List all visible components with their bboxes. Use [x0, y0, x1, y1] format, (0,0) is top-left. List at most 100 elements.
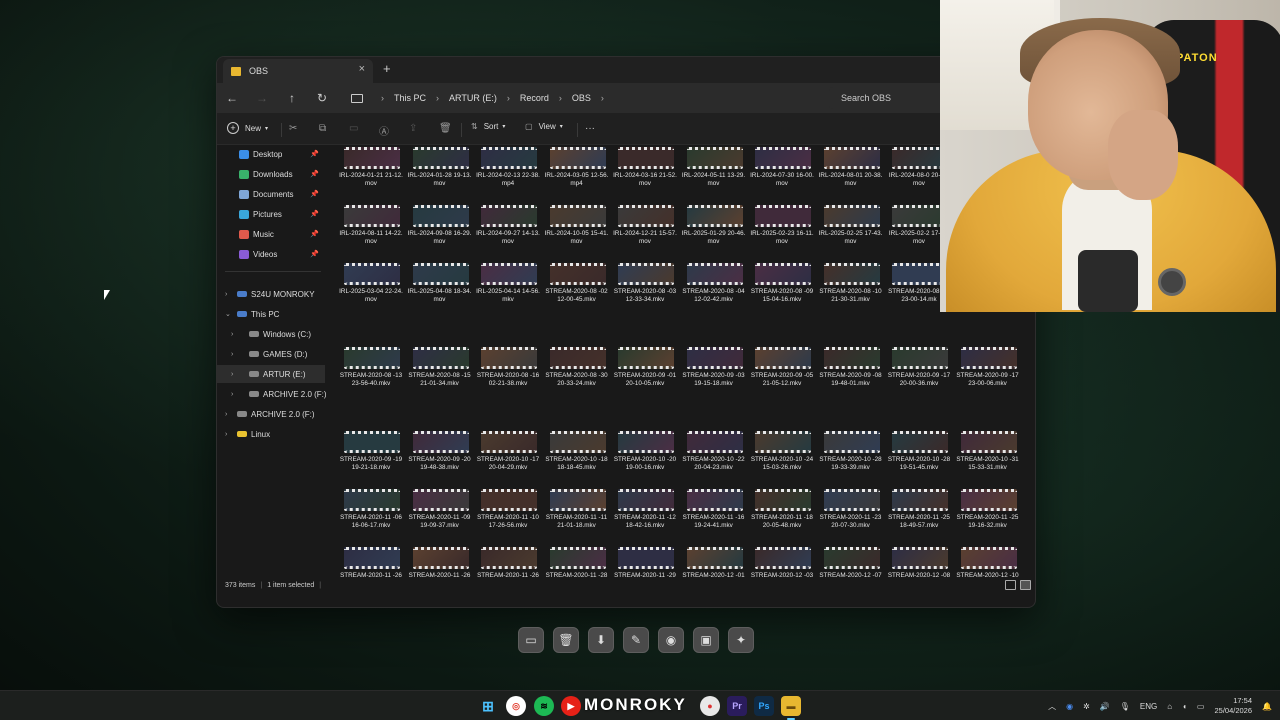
sidebar-tree-item[interactable]: ⌄ This PC: [217, 305, 325, 323]
chevron-right-icon[interactable]: ›: [231, 351, 233, 358]
windows-start-icon[interactable]: ⊞: [478, 696, 498, 716]
file-tile[interactable]: STREAM-2020-10 -22 20-04-23.mkv: [682, 429, 746, 487]
file-tile[interactable]: STREAM-2020-08 -30 20-33-24.mkv: [545, 345, 609, 403]
file-tile[interactable]: STREAM-2020-11 -23 20-07-30.mkv: [819, 487, 883, 545]
file-tile[interactable]: IRL-2024-08-01 20-38.mov: [819, 145, 883, 203]
chevron-up-icon[interactable]: ︿: [1048, 701, 1056, 712]
file-tile[interactable]: STREAM-2020-10 -17 20-04-29.mkv: [476, 429, 540, 487]
file-tile[interactable]: IRL-2024-09-27 14-13.mov: [476, 203, 540, 261]
gamepad-icon[interactable]: ✦: [728, 627, 754, 653]
copy-icon[interactable]: ⧉: [319, 123, 326, 134]
spotify-icon[interactable]: ≋: [534, 696, 554, 716]
rename-icon[interactable]: Ⓐ: [379, 123, 389, 138]
new-tab-button[interactable]: +: [383, 61, 391, 76]
file-tile[interactable]: IRL-2025-04-14 14-56.mkv: [476, 261, 540, 319]
file-tile[interactable]: IRL-2024-01-28 19-13.mov: [408, 145, 472, 203]
chevron-right-icon[interactable]: ›: [231, 371, 233, 378]
breadcrumb-item[interactable]: Record: [520, 93, 549, 103]
file-tile[interactable]: IRL-2024-10-05 15-41.mov: [545, 203, 609, 261]
file-tile[interactable]: STREAM-2020-11 -18 20-05-48.mkv: [750, 487, 814, 545]
file-tile[interactable]: STREAM-2020-08 -10 21-30-31.mkv: [819, 261, 883, 319]
speaker-icon[interactable]: 🔊: [1100, 702, 1110, 711]
notification-icon[interactable]: 🔔: [1262, 702, 1272, 711]
chevron-right-icon[interactable]: ›: [225, 411, 227, 418]
youtube-icon[interactable]: ▶: [561, 696, 581, 716]
sidebar-item-documents[interactable]: Documents 📌: [217, 185, 325, 203]
sidebar-item-videos[interactable]: Videos 📌: [217, 245, 325, 263]
tiles-view-icon[interactable]: [1020, 580, 1031, 590]
file-tile[interactable]: IRL-2024-12-21 15-57.mov: [613, 203, 677, 261]
file-tile[interactable]: IRL-2025-01-29 20-46.mov: [682, 203, 746, 261]
chevron-right-icon[interactable]: ›: [231, 331, 233, 338]
sidebar-item-music[interactable]: Music 📌: [217, 225, 325, 243]
file-tile[interactable]: STREAM-2020-08 -16 02-21-38.mkv: [476, 345, 540, 403]
file-tile[interactable]: IRL-2024-09-08 16-29.mov: [408, 203, 472, 261]
delete-icon[interactable]: 🗑: [439, 123, 452, 134]
clock[interactable]: 17:54 25/04/2026: [1214, 696, 1252, 716]
file-tile[interactable]: IRL-2025-03-04 22-24.mov: [339, 261, 403, 319]
file-tile[interactable]: IRL-2025-02-23 16-11.mov: [750, 203, 814, 261]
file-tile[interactable]: STREAM-2020-09 -01 20-10-05.mkv: [613, 345, 677, 403]
file-tile[interactable]: STREAM-2020-11 -06 16-06-17.mkv: [339, 487, 403, 545]
file-tile[interactable]: STREAM-2020-08 -09 15-04-16.mkv: [750, 261, 814, 319]
file-tile[interactable]: STREAM-2020-11 -25 18-49-57.mkv: [887, 487, 951, 545]
file-tile[interactable]: STREAM-2020-09 -17 20-00-36.mkv: [887, 345, 951, 403]
file-tile[interactable]: STREAM-2020-08 -02 12-00-45.mkv: [545, 261, 609, 319]
new-button[interactable]: + New ▾: [227, 122, 268, 134]
file-tile[interactable]: STREAM-2020-09 -05 21-05-12.mkv: [750, 345, 814, 403]
chrome-icon[interactable]: ◎: [506, 696, 526, 716]
camera-icon[interactable]: ◉: [658, 627, 684, 653]
sidebar-tree-item[interactable]: › ARTUR (E:): [217, 365, 325, 383]
file-tile[interactable]: IRL-2024-08-11 14-22.mov: [339, 203, 403, 261]
photoshop-icon[interactable]: Ps: [754, 696, 774, 716]
network-app-icon[interactable]: ◉: [1066, 702, 1073, 711]
up-arrow-icon[interactable]: ↑: [277, 91, 307, 105]
tab-obs[interactable]: OBS ×: [223, 59, 373, 83]
back-arrow-icon[interactable]: ←: [217, 91, 247, 105]
breadcrumb-item[interactable]: ARTUR (E:): [449, 93, 497, 103]
sidebar-tree-item[interactable]: › Linux: [217, 425, 325, 443]
file-tile[interactable]: IRL-2024-05-11 13-29.mov: [682, 145, 746, 203]
file-tile[interactable]: IRL-2024-03-16 21-52.mov: [613, 145, 677, 203]
refresh-icon[interactable]: ↻: [307, 91, 337, 105]
battery-icon[interactable]: ▭: [1197, 702, 1205, 711]
share-icon[interactable]: ⇪: [409, 123, 417, 134]
file-tile[interactable]: IRL-2025-04-08 18-34.mov: [408, 261, 472, 319]
sidebar-tree-item[interactable]: › GAMES (D:): [217, 345, 325, 363]
file-tile[interactable]: STREAM-2020-09 -17 23-00-06.mkv: [956, 345, 1020, 403]
paste-icon[interactable]: ▭: [349, 123, 358, 134]
file-tile[interactable]: STREAM-2020-10 -24 15-03-26.mkv: [750, 429, 814, 487]
file-tile[interactable]: STREAM-2020-11 -25 19-16-32.mkv: [956, 487, 1020, 545]
trash-icon[interactable]: 🗑: [553, 627, 579, 653]
chevron-right-icon[interactable]: ›: [225, 431, 227, 438]
sidebar-tree-item[interactable]: › ARCHIVE 2.0 (F:): [217, 405, 325, 423]
file-tile[interactable]: STREAM-2020-09 -08 19-48-01.mkv: [819, 345, 883, 403]
breadcrumb[interactable]: › This PC › ARTUR (E:) › Record › OBS ›: [351, 87, 821, 109]
breadcrumb-item[interactable]: OBS: [572, 93, 591, 103]
chevron-down-icon[interactable]: ⌄: [225, 310, 231, 318]
details-view-icon[interactable]: [1005, 580, 1016, 590]
sidebar-tree-item[interactable]: › ARCHIVE 2.0 (F:): [217, 385, 327, 403]
file-tile[interactable]: IRL-2025-02-25 17-43.mov: [819, 203, 883, 261]
file-tile[interactable]: STREAM-2020-11 -12 18-42-16.mkv: [613, 487, 677, 545]
download-icon[interactable]: ⬇: [588, 627, 614, 653]
file-tile[interactable]: STREAM-2020-11 -10 17-26-56.mkv: [476, 487, 540, 545]
file-tile[interactable]: STREAM-2020-10 -31 15-33-31.mkv: [956, 429, 1020, 487]
sort-button[interactable]: ⇅ Sort ▾: [471, 122, 505, 131]
file-tile[interactable]: IRL-2024-02-13 22-38.mp4: [476, 145, 540, 203]
file-tile[interactable]: STREAM-2020-09 -03 19-15-18.mkv: [682, 345, 746, 403]
sidebar-item-pictures[interactable]: Pictures 📌: [217, 205, 325, 223]
file-tile[interactable]: STREAM-2020-10 -28 19-51-45.mkv: [887, 429, 951, 487]
file-tile[interactable]: IRL-2024-01-21 21-12.mov: [339, 145, 403, 203]
settings-icon[interactable]: ✲: [1083, 702, 1090, 711]
close-icon[interactable]: ×: [359, 63, 365, 75]
file-tile[interactable]: STREAM-2020-08 -03 12-33-34.mkv: [613, 261, 677, 319]
file-tile[interactable]: IRL-2024-03-05 12-56.mp4: [545, 145, 609, 203]
obs-icon[interactable]: ●: [700, 696, 720, 716]
edit-icon[interactable]: ✎: [623, 627, 649, 653]
forward-arrow-icon[interactable]: →: [247, 91, 277, 105]
microphone-icon[interactable]: 🎙: [1120, 702, 1130, 711]
sidebar-tree-item[interactable]: › Windows (C:): [217, 325, 325, 343]
breadcrumb-item[interactable]: This PC: [394, 93, 426, 103]
chevron-right-icon[interactable]: ›: [225, 291, 227, 298]
